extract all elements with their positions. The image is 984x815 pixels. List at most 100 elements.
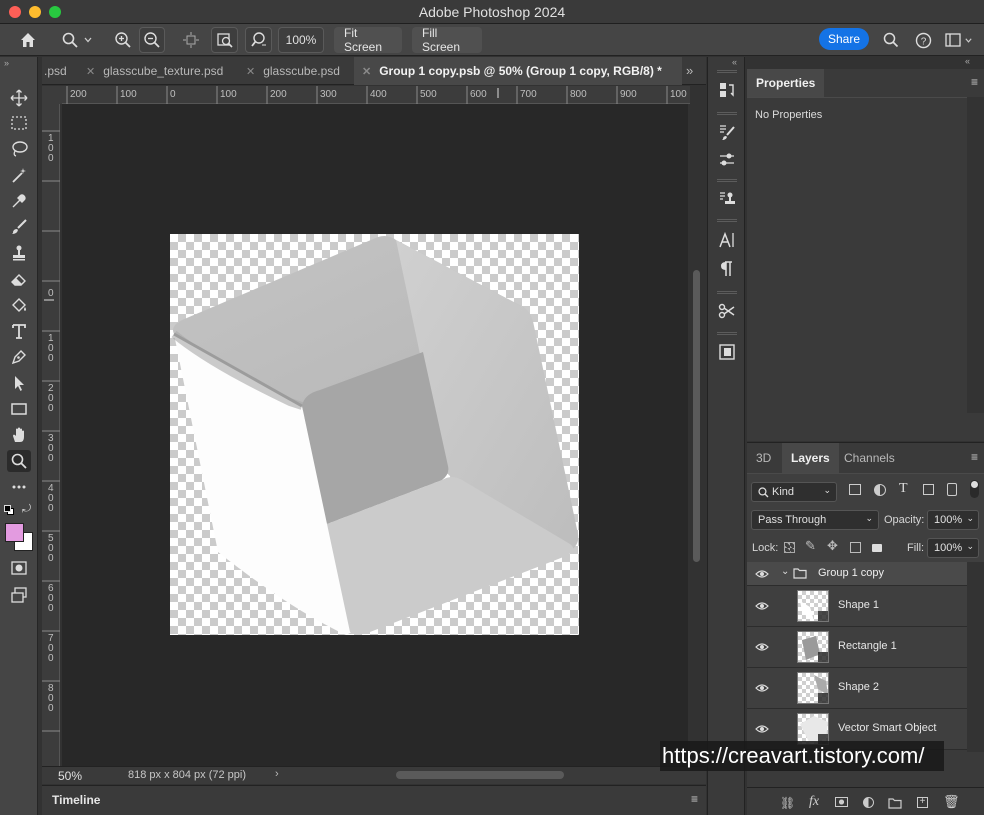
- dock-grip[interactable]: [717, 179, 737, 182]
- tab-properties[interactable]: Properties: [747, 69, 825, 97]
- opacity-field[interactable]: 100% ⌄: [927, 510, 979, 530]
- screen-mode-button[interactable]: [7, 584, 31, 606]
- clone-source-button[interactable]: [716, 188, 738, 210]
- vertical-scrollbar[interactable]: [688, 104, 706, 766]
- share-button[interactable]: Share: [819, 28, 869, 50]
- panel-menu-icon[interactable]: ≡: [971, 450, 978, 464]
- lock-transparent-pixels-icon[interactable]: [784, 542, 795, 553]
- zoom-out-button[interactable]: [139, 27, 165, 53]
- dock-grip[interactable]: [717, 112, 737, 115]
- dock-grip[interactable]: [717, 219, 737, 222]
- tab-partial[interactable]: .psd: [42, 57, 67, 85]
- visibility-eye-icon[interactable]: [755, 724, 769, 734]
- swap-colors-icon[interactable]: ⤾: [22, 503, 31, 516]
- expand-toolbar-icon[interactable]: »: [4, 58, 9, 68]
- dock-grip[interactable]: [717, 70, 737, 73]
- ruler-origin[interactable]: [42, 86, 62, 104]
- brush-settings-button[interactable]: [716, 121, 738, 143]
- zoom-in-button[interactable]: [110, 27, 136, 53]
- canvas-area[interactable]: [62, 104, 688, 766]
- lock-all-icon[interactable]: [872, 544, 882, 552]
- tab-3d[interactable]: 3D: [747, 443, 780, 473]
- workspace-switcher[interactable]: [942, 27, 976, 53]
- eraser-tool[interactable]: [7, 268, 31, 290]
- lasso-tool[interactable]: [7, 138, 31, 160]
- blend-mode-select[interactable]: Pass Through ⌄: [751, 510, 879, 530]
- filter-adjustment-icon[interactable]: [874, 484, 886, 496]
- tab-group-1-copy[interactable]: ✕ Group 1 copy.psb @ 50% (Group 1 copy, R…: [354, 57, 682, 85]
- layers-scrollbar[interactable]: [967, 562, 984, 752]
- fill-screen-button[interactable]: Fill Screen: [412, 26, 482, 54]
- search-button[interactable]: [880, 27, 902, 53]
- filter-shape-icon[interactable]: [923, 484, 934, 495]
- link-layers-icon[interactable]: ⛓: [780, 796, 795, 810]
- lock-position-icon[interactable]: ✥: [827, 538, 838, 554]
- move-tool[interactable]: [7, 87, 31, 109]
- tool-presets-button[interactable]: [716, 300, 738, 322]
- zoom-100-button[interactable]: 100%: [278, 27, 324, 53]
- quick-mask-button[interactable]: [7, 557, 31, 579]
- document-canvas[interactable]: [170, 234, 579, 635]
- resize-windows-button[interactable]: [178, 27, 204, 53]
- visibility-eye-icon[interactable]: [755, 601, 769, 611]
- edit-toolbar-button[interactable]: [7, 476, 31, 498]
- home-button[interactable]: [14, 27, 42, 53]
- default-colors-icon[interactable]: [4, 505, 14, 515]
- marquee-tool[interactable]: [7, 112, 31, 134]
- delete-layer-icon[interactable]: 🗑: [943, 794, 960, 810]
- status-menu-chevron-icon[interactable]: ›: [275, 768, 279, 780]
- foreground-color-swatch[interactable]: [5, 523, 24, 542]
- tab-layers[interactable]: Layers: [782, 443, 839, 473]
- zoom-tool-preset-picker[interactable]: [56, 27, 98, 53]
- magic-wand-tool[interactable]: [7, 164, 31, 186]
- layer-row[interactable]: Shape 2: [747, 668, 967, 709]
- vertical-scroll-thumb[interactable]: [693, 270, 700, 562]
- tabs-overflow-icon[interactable]: »: [686, 63, 693, 78]
- filter-smart-object-icon[interactable]: [947, 483, 957, 496]
- pen-tool[interactable]: [7, 346, 31, 368]
- properties-scrollbar[interactable]: [967, 97, 984, 413]
- tab-glasscube-texture[interactable]: ✕ glasscube_texture.psd: [86, 57, 223, 85]
- timeline-title[interactable]: Timeline: [52, 793, 100, 807]
- visibility-eye-icon[interactable]: [755, 569, 769, 579]
- character-panel-button[interactable]: [716, 229, 738, 251]
- dock-grip[interactable]: [717, 291, 737, 294]
- scrubby-zoom-button[interactable]: [245, 27, 272, 53]
- vertical-ruler[interactable]: 1 0 0 0 1 0 0 2 0 0 3 0 0 4 0 0 5 0 0 6 …: [42, 104, 60, 766]
- tab-glasscube[interactable]: ✕ glasscube.psd: [246, 57, 340, 85]
- close-tab-icon[interactable]: ✕: [246, 65, 255, 78]
- history-panel-button[interactable]: [716, 79, 738, 101]
- eyedropper-tool[interactable]: [7, 190, 31, 212]
- navigator-panel-button[interactable]: [716, 341, 738, 363]
- filter-type-icon[interactable]: T: [899, 481, 908, 497]
- brush-tool[interactable]: [7, 216, 31, 238]
- zoom-tool[interactable]: [7, 450, 31, 472]
- new-adjustment-layer-icon[interactable]: [863, 797, 874, 808]
- zoom-all-windows-button[interactable]: [211, 27, 238, 53]
- clone-stamp-tool[interactable]: [7, 242, 31, 264]
- path-selection-tool[interactable]: [7, 372, 31, 394]
- horizontal-ruler[interactable]: 200 100 0 100 200 300 400 500 600 700 80…: [62, 86, 690, 104]
- paint-bucket-tool[interactable]: [7, 294, 31, 316]
- hand-tool[interactable]: [7, 424, 31, 446]
- help-button[interactable]: ?: [912, 27, 934, 53]
- fit-screen-button[interactable]: Fit Screen: [334, 26, 402, 54]
- adjustments-button[interactable]: [716, 149, 738, 171]
- chevron-down-icon[interactable]: ⌄: [781, 566, 789, 577]
- layer-row-group[interactable]: ⌄ Group 1 copy: [747, 562, 967, 586]
- panel-menu-icon[interactable]: ≡: [691, 792, 698, 806]
- fill-field[interactable]: 100% ⌄: [927, 538, 979, 558]
- panel-menu-icon[interactable]: ≡: [971, 75, 978, 89]
- layer-row[interactable]: Shape 1: [747, 586, 967, 627]
- type-tool[interactable]: [7, 320, 31, 342]
- paragraph-panel-button[interactable]: [716, 258, 738, 280]
- filter-kind-select[interactable]: Kind ⌄: [751, 482, 837, 502]
- close-tab-icon[interactable]: ✕: [86, 65, 95, 78]
- filter-pixel-icon[interactable]: [849, 484, 861, 495]
- new-group-folder-icon[interactable]: [888, 798, 902, 809]
- add-mask-icon[interactable]: [835, 797, 848, 807]
- collapse-dock-icon[interactable]: «: [732, 57, 737, 67]
- new-layer-icon[interactable]: +: [917, 797, 928, 808]
- tab-channels[interactable]: Channels: [835, 443, 904, 473]
- lock-image-pixels-icon[interactable]: ✎: [805, 538, 816, 554]
